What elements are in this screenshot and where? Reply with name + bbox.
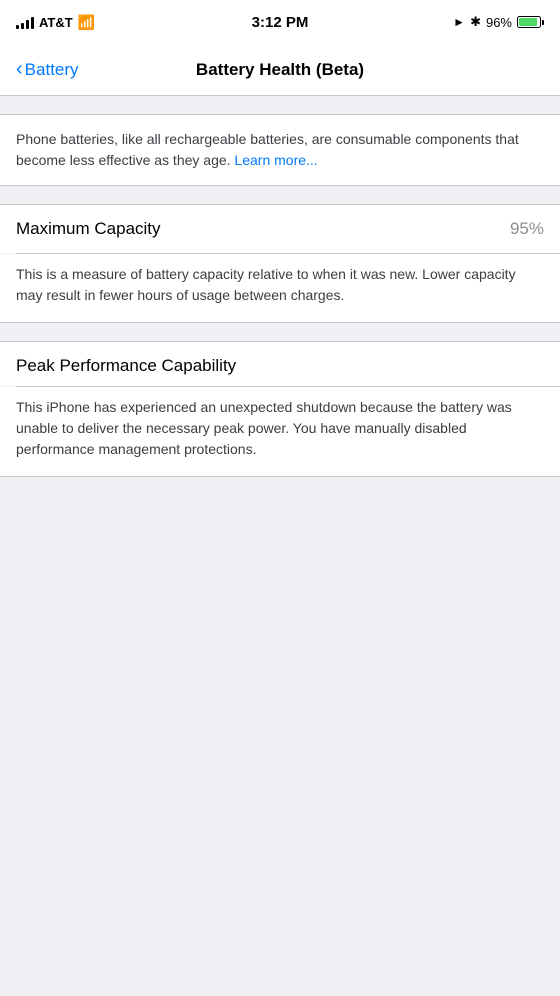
navigation-bar: ‹ Battery Battery Health (Beta) — [0, 44, 560, 96]
description-text: Phone batteries, like all rechargeable b… — [16, 129, 544, 171]
signal-bars-icon — [16, 15, 34, 29]
capacity-description-section: This is a measure of battery capacity re… — [0, 254, 560, 323]
page-title: Battery Health (Beta) — [196, 60, 364, 80]
location-icon: ► — [453, 15, 465, 29]
wifi-icon: 📶 — [78, 14, 95, 31]
carrier-label: AT&T — [39, 15, 73, 30]
peak-description-section: This iPhone has experienced an unexpecte… — [0, 387, 560, 477]
learn-more-link[interactable]: Learn more... — [234, 152, 317, 168]
maximum-capacity-row: Maximum Capacity 95% — [0, 204, 560, 253]
capacity-label: Maximum Capacity — [16, 219, 161, 239]
top-spacer — [0, 96, 560, 114]
description-section: Phone batteries, like all rechargeable b… — [0, 114, 560, 186]
back-button[interactable]: ‹ Battery — [16, 60, 79, 80]
status-left: AT&T 📶 — [16, 14, 95, 31]
battery-percent-label: 96% — [486, 15, 512, 30]
battery-icon — [517, 16, 544, 28]
status-time: 3:12 PM — [252, 14, 309, 31]
spacer-1 — [0, 186, 560, 204]
back-label: Battery — [25, 60, 79, 80]
peak-description-text: This iPhone has experienced an unexpecte… — [16, 397, 544, 460]
content: Phone batteries, like all rechargeable b… — [0, 96, 560, 877]
spacer-2 — [0, 323, 560, 341]
capacity-value: 95% — [510, 219, 544, 239]
status-bar: AT&T 📶 3:12 PM ► ✱ 96% — [0, 0, 560, 44]
chevron-left-icon: ‹ — [16, 59, 23, 79]
peak-performance-title: Peak Performance Capability — [16, 356, 236, 375]
capacity-description-text: This is a measure of battery capacity re… — [16, 264, 544, 306]
peak-performance-section: Peak Performance Capability — [0, 341, 560, 386]
bluetooth-icon: ✱ — [470, 14, 481, 30]
bottom-spacer — [0, 477, 560, 877]
status-right: ► ✱ 96% — [453, 14, 544, 30]
